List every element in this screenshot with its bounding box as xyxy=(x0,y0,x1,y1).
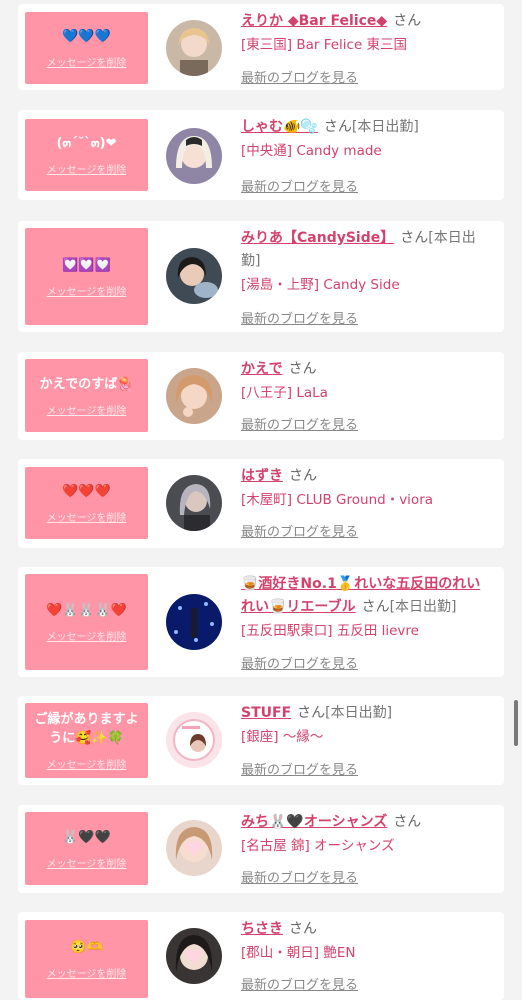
cast-name-link[interactable]: しゃむ🐠🫧 xyxy=(241,119,318,135)
latest-blog-link[interactable]: 最新のブログを見る xyxy=(241,521,358,540)
profile-photo-icon xyxy=(166,475,222,531)
cast-name-link[interactable]: はずき xyxy=(241,468,283,484)
profile-photo-icon xyxy=(166,248,222,304)
honorific: さん xyxy=(361,599,390,615)
honorific: さん xyxy=(393,814,422,830)
message-box: ご縁がありますように🥰✨🍀 メッセージを削除 xyxy=(25,703,148,778)
profile-photo-icon xyxy=(166,20,222,76)
shop-name: [郡山・朝日] 艶EN xyxy=(241,945,356,961)
list-item: ❤️🐰🐰🐰❤️ メッセージを削除 🥃酒好きNo.1🥇れいな五反田のれいれい🥃リエ… xyxy=(18,567,504,677)
latest-blog-link[interactable]: 最新のブログを見る xyxy=(241,974,358,993)
list-item: 💟💟💟 メッセージを削除 みりあ【CandySide】 さん[本日出勤] [湯島・… xyxy=(18,221,504,332)
message-text: 💟💟💟 xyxy=(62,257,111,273)
honorific: さん xyxy=(323,119,352,135)
avatar[interactable] xyxy=(166,712,222,768)
honorific: さん xyxy=(297,705,326,721)
message-box: ❤️🐰🐰🐰❤️ メッセージを削除 xyxy=(25,574,148,670)
delete-message-button[interactable]: メッセージを削除 xyxy=(47,54,127,69)
profile-photo-icon xyxy=(166,712,222,768)
shop-name: [中央通] Candy made xyxy=(241,143,382,159)
honorific: さん xyxy=(288,361,317,377)
avatar[interactable] xyxy=(166,128,222,184)
delete-message-button[interactable]: メッセージを削除 xyxy=(47,509,127,524)
delete-message-button[interactable]: メッセージを削除 xyxy=(47,855,127,870)
message-box: 🐰🖤🖤 メッセージを削除 xyxy=(25,812,148,885)
cast-name-link[interactable]: みち🐰🖤オーシャンズ xyxy=(241,814,387,830)
latest-blog-link[interactable]: 最新のブログを見る xyxy=(241,414,358,433)
avatar[interactable] xyxy=(166,820,222,876)
profile-photo-icon xyxy=(166,820,222,876)
cast-name-link[interactable]: みりあ【CandySide】 xyxy=(241,230,394,246)
message-text: ❤️🐰🐰🐰❤️ xyxy=(46,603,127,618)
cast-name-link[interactable]: えりか ◆Bar Felice◆ xyxy=(241,13,387,29)
honorific: さん xyxy=(393,13,422,29)
profile-photo-icon xyxy=(166,594,222,650)
delete-message-button[interactable]: メッセージを削除 xyxy=(47,756,127,771)
latest-blog-link[interactable]: 最新のブログを見る xyxy=(241,176,358,195)
profile-photo-icon xyxy=(166,928,222,984)
message-box: 💟💟💟 メッセージを削除 xyxy=(25,228,148,325)
list-item: 🐰🖤🖤 メッセージを削除 みち🐰🖤オーシャンズ さん [名古屋 錦] オーシャンズ… xyxy=(18,805,504,893)
cast-name-link[interactable]: ちさき xyxy=(241,921,283,937)
message-box: ❤️❤️❤️ メッセージを削除 xyxy=(25,467,148,539)
message-box: 🥺🫶 メッセージを削除 xyxy=(25,920,148,998)
profile-photo-icon xyxy=(166,368,222,424)
list-item: 💙💙💙 メッセージを削除 えりか ◆Bar Felice◆ さん [東三国] Ba… xyxy=(18,4,504,90)
list-item: ご縁がありますように🥰✨🍀 メッセージを削除 STUFF さん[本日出勤] [銀座… xyxy=(18,696,504,785)
message-text: かえでのすば🪼 xyxy=(39,376,134,392)
latest-blog-link[interactable]: 最新のブログを見る xyxy=(241,308,358,327)
list-item: 🥺🫶 メッセージを削除 ちさき さん [郡山・朝日] 艶EN 最新のブログを見る xyxy=(18,912,504,1000)
message-box: かえでのすば🪼 メッセージを削除 xyxy=(25,359,148,432)
shop-name: [銀座] 〜縁〜 xyxy=(241,729,324,745)
favorites-list: 💙💙💙 メッセージを削除 えりか ◆Bar Felice◆ さん [東三国] Ba… xyxy=(0,0,522,1000)
message-text: ご縁がありますように🥰✨🍀 xyxy=(34,712,139,746)
delete-message-button[interactable]: メッセージを削除 xyxy=(47,161,127,176)
message-text: 🥺🫶 xyxy=(70,940,103,955)
avatar[interactable] xyxy=(166,594,222,650)
message-text: (๓´˘`๓)❤ xyxy=(56,136,117,151)
list-item: ❤️❤️❤️ メッセージを削除 はずき さん [木屋町] CLUB Ground・… xyxy=(18,459,504,548)
status-tag: [本日出勤] xyxy=(351,119,419,135)
honorific: さん xyxy=(400,230,429,246)
delete-message-button[interactable]: メッセージを削除 xyxy=(47,402,127,417)
avatar[interactable] xyxy=(166,928,222,984)
delete-message-button[interactable]: メッセージを削除 xyxy=(47,965,127,980)
message-text: 💙💙💙 xyxy=(62,29,111,44)
avatar[interactable] xyxy=(166,20,222,76)
profile-photo-icon xyxy=(166,128,222,184)
message-box: (๓´˘`๓)❤ メッセージを削除 xyxy=(25,119,148,191)
cast-name-link[interactable]: STUFF xyxy=(241,705,291,721)
avatar[interactable] xyxy=(166,368,222,424)
shop-name: [八王子] LaLa xyxy=(241,385,328,401)
list-item: (๓´˘`๓)❤ メッセージを削除 しゃむ🐠🫧 さん[本日出勤] [中央通] Ca… xyxy=(18,110,504,200)
honorific: さん xyxy=(289,921,317,937)
status-tag: [本日出勤] xyxy=(325,705,393,721)
shop-name: [湯島・上野] Candy Side xyxy=(241,277,400,293)
list-item: かえでのすば🪼 メッセージを削除 かえで さん [八王子] LaLa 最新のブログ… xyxy=(18,352,504,440)
avatar[interactable] xyxy=(166,475,222,531)
avatar[interactable] xyxy=(166,248,222,304)
shop-name: [名古屋 錦] オーシャンズ xyxy=(241,838,395,854)
latest-blog-link[interactable]: 最新のブログを見る xyxy=(241,67,358,86)
latest-blog-link[interactable]: 最新のブログを見る xyxy=(241,867,358,886)
scrollbar-thumb[interactable] xyxy=(514,700,518,746)
delete-message-button[interactable]: メッセージを削除 xyxy=(47,283,127,298)
latest-blog-link[interactable]: 最新のブログを見る xyxy=(241,759,358,778)
honorific: さん xyxy=(289,468,317,484)
cast-name-link[interactable]: かえで xyxy=(241,361,283,377)
delete-message-button[interactable]: メッセージを削除 xyxy=(47,628,127,643)
message-text: 🐰🖤🖤 xyxy=(62,829,111,845)
message-box: 💙💙💙 メッセージを削除 xyxy=(25,12,148,84)
message-text: ❤️❤️❤️ xyxy=(62,484,111,499)
status-tag: [本日出勤] xyxy=(389,599,457,615)
shop-name: [木屋町] CLUB Ground・viora xyxy=(241,492,434,508)
shop-name: [東三国] Bar Felice 東三国 xyxy=(241,37,408,53)
latest-blog-link[interactable]: 最新のブログを見る xyxy=(241,653,358,672)
shop-name: [五反田駅東口] 五反田 lievre xyxy=(241,623,419,639)
